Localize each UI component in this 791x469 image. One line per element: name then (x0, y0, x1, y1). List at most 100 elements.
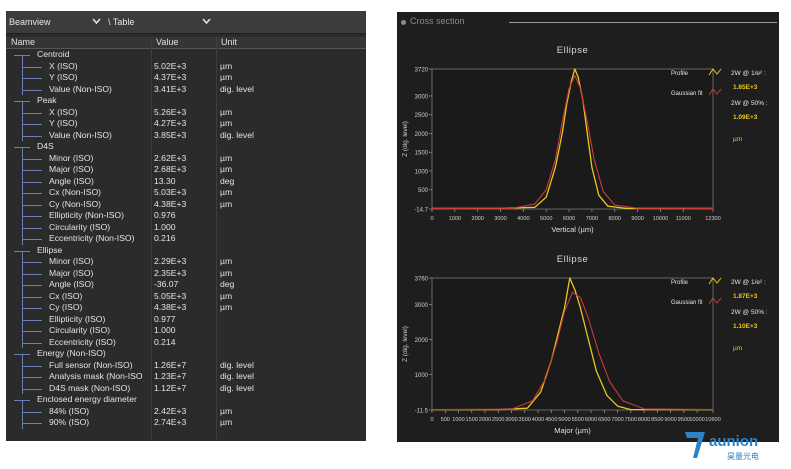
row-name: D4S (37, 141, 54, 151)
x-tick-label: 7500 (625, 417, 637, 423)
table-row[interactable]: Y (ISO) 4.37E+3 µm (6, 72, 366, 84)
table-row[interactable]: Circularity (ISO) 1.000 (6, 325, 366, 337)
unit-cell: µm (220, 290, 233, 301)
table-row[interactable]: Eccentricity (Non-ISO) 0.216 (6, 233, 366, 245)
cross-section-header: Cross section (397, 12, 779, 32)
view-selector-combo[interactable]: Beamview (6, 14, 106, 30)
table-group-row[interactable]: Energy (Non-ISO) (6, 348, 366, 360)
x-axis-label: Major (µm) (554, 426, 591, 435)
table-group-row[interactable]: D4S (6, 141, 366, 153)
tree-connector (22, 365, 42, 367)
width-50-label: 2W @ 50% : (731, 309, 768, 316)
column-header-unit[interactable]: Unit (221, 37, 237, 48)
value-cell: 0.976 (154, 210, 176, 220)
column-header-value[interactable]: Value (156, 37, 178, 48)
width-50-value: 1.10E+3 (733, 323, 758, 330)
legend-profile-label: Profile (671, 280, 689, 286)
table-row[interactable]: X (ISO) 5.26E+3 µm (6, 106, 366, 118)
table-row[interactable]: Angle (ISO) 13.30 deg (6, 175, 366, 187)
value-cell: 2.68E+3 (154, 164, 187, 174)
x-tick-label: 0 (430, 216, 433, 222)
table-row[interactable]: Eccentricity (ISO) 0.214 (6, 336, 366, 348)
name-cell: Ellipticity (ISO) (6, 313, 151, 325)
row-name: Value (Non-ISO) (49, 83, 112, 94)
value-cell: 5.03E+3 (154, 187, 187, 197)
table-row[interactable]: Cx (Non-ISO) 5.03E+3 µm (6, 187, 366, 199)
x-tick-label: 6000 (563, 216, 575, 222)
table-row[interactable]: Circularity (ISO) 1.000 (6, 221, 366, 233)
row-name: Minor (ISO) (49, 256, 94, 266)
name-cell: D4S mask (Non-ISO) (6, 382, 151, 394)
width-1e2-label: 2W @ 1/e² : (731, 279, 766, 286)
row-name: 90% (ISO) (49, 417, 90, 427)
x-tick-label: 10000 (653, 216, 669, 222)
mode-selector-combo[interactable]: \ Table (105, 14, 217, 30)
tree-connector (22, 158, 42, 160)
value-cell: 0.977 (154, 313, 176, 324)
value-cell: 4.37E+3 (154, 72, 187, 82)
table-row[interactable]: Analysis mask (Non-ISO 1.23E+7 dig. level (6, 371, 366, 383)
table-row[interactable]: Minor (ISO) 2.29E+3 µm (6, 256, 366, 268)
x-tick-label: 1000 (449, 216, 461, 222)
name-cell: Analysis mask (Non-ISO (6, 371, 151, 383)
x-tick-label: 500 (441, 417, 450, 423)
y-axis-label: Z (dig. level) (402, 121, 409, 157)
y-tick-label: -11.5 (415, 409, 429, 415)
name-cell: X (ISO) (6, 60, 151, 72)
table-row[interactable]: Minor (ISO) 2.62E+3 µm (6, 152, 366, 164)
name-cell: Minor (ISO) (6, 152, 151, 164)
column-header-name[interactable]: Name (11, 37, 35, 48)
value-cell: 1.12E+7 (154, 382, 187, 393)
name-cell: Minor (ISO) (6, 256, 151, 268)
table-row[interactable]: D4S mask (Non-ISO) 1.12E+7 dig. level (6, 382, 366, 394)
x-tick-label: 5500 (572, 417, 584, 423)
table-group-row[interactable]: Enclosed energy diameter (6, 394, 366, 406)
table-group-row[interactable]: Peak (6, 95, 366, 107)
row-name: Ellipse (37, 244, 63, 255)
table-row[interactable]: Major (ISO) 2.35E+3 µm (6, 267, 366, 279)
row-name: X (ISO) (49, 60, 78, 71)
width-50-value: 1.09E+3 (733, 114, 758, 121)
tree-connector (22, 66, 42, 68)
unit-cell: µm (220, 405, 233, 416)
value-cell: 3.85E+3 (154, 129, 187, 140)
table-row[interactable]: Ellipticity (Non-ISO) 0.976 (6, 210, 366, 222)
table-row[interactable]: X (ISO) 5.02E+3 µm (6, 60, 366, 72)
table-row[interactable]: Ellipticity (ISO) 0.977 (6, 313, 366, 325)
logo-text: aunion (709, 433, 758, 450)
row-name: Eccentricity (Non-ISO) (49, 233, 135, 243)
table-row[interactable]: Major (ISO) 2.68E+3 µm (6, 164, 366, 176)
table-row[interactable]: Y (ISO) 4.27E+3 µm (6, 118, 366, 130)
value-cell: 5.05E+3 (154, 290, 187, 301)
table-row[interactable]: 84% (ISO) 2.42E+3 µm (6, 405, 366, 417)
logo-subtext: 昊量光电 (727, 451, 759, 461)
row-name: Cy (ISO) (49, 302, 83, 312)
unit-cell (220, 245, 366, 257)
x-tick-label: 9000 (664, 417, 676, 423)
table-row[interactable]: Cy (Non-ISO) 4.38E+3 µm (6, 198, 366, 210)
value-cell: 2.42E+3 (154, 405, 187, 416)
name-cell: Cx (ISO) (6, 290, 151, 302)
logo-mark (685, 432, 705, 458)
x-tick-label: 4500 (545, 417, 557, 423)
table-row[interactable]: Cy (ISO) 4.38E+3 µm (6, 302, 366, 314)
x-tick-label: 1500 (466, 417, 478, 423)
value-cell: 1.000 (154, 221, 176, 232)
name-cell: Major (ISO) (6, 164, 151, 176)
table-row[interactable]: Cx (ISO) 5.05E+3 µm (6, 290, 366, 302)
unit-cell (220, 210, 366, 222)
table-row[interactable]: Full sensor (Non-ISO) 1.26E+7 dig. level (6, 359, 366, 371)
tree-connector (22, 342, 42, 344)
x-tick-label: 5000 (558, 417, 570, 423)
table-row[interactable]: Value (Non-ISO) 3.41E+3 dig. level (6, 83, 366, 95)
x-tick-label: 10600 (705, 417, 721, 423)
table-row[interactable]: Angle (ISO) -36.07 deg (6, 279, 366, 291)
table-group-row[interactable]: Ellipse (6, 244, 366, 257)
row-name: Circularity (ISO) (49, 221, 111, 232)
x-tick-label: 6500 (598, 417, 610, 423)
table-group-row[interactable]: Centroid (6, 49, 366, 61)
table-row[interactable]: Value (Non-ISO) 3.85E+3 dig. level (6, 129, 366, 141)
unit-cell: µm (220, 256, 233, 266)
tree-connector (22, 377, 42, 378)
table-row[interactable]: 90% (ISO) 2.74E+3 µm (6, 417, 366, 429)
